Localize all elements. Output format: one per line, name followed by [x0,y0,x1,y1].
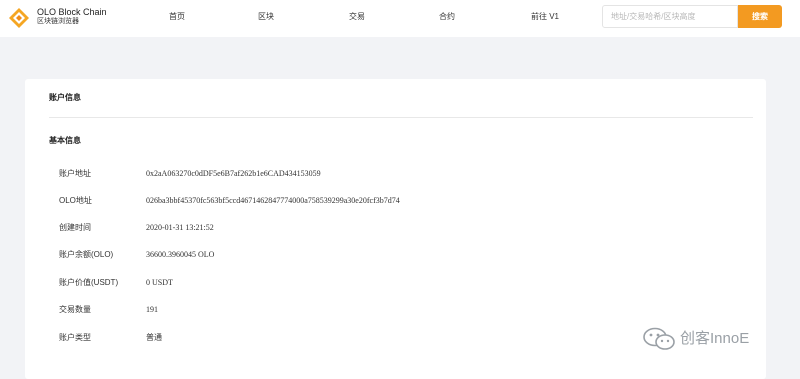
nav-item-home[interactable]: 首页 [169,12,185,22]
brand-name[interactable]: OLO Block Chain [37,7,107,17]
nav-item-transactions[interactable]: 交易 [349,12,365,22]
info-value-balance: 36600.3960045 OLO [146,250,215,259]
watermark-text: 创客InnoE [680,330,750,347]
card-title: 账户信息 [49,93,81,102]
info-label: 账户价值(USDT) [59,278,119,287]
info-row-value-usdt: 账户价值(USDT) 0 USDT [25,277,766,289]
info-label: 账户类型 [59,333,91,342]
info-value-account-type: 普通 [146,333,162,342]
section-title-basic-info: 基本信息 [49,136,81,145]
info-value-created-time: 2020-01-31 13:21:52 [146,223,214,232]
info-row-tx-count: 交易数量 191 [25,304,766,316]
info-label: 账户余额(OLO) [59,250,114,259]
info-label: 创建时间 [59,223,91,232]
info-value-tx-count: 191 [146,305,158,314]
brand-subtitle: 区块链浏览器 [37,18,79,25]
info-label: OLO地址 [59,196,92,205]
info-value-account-address[interactable]: 0x2aA063270c0dDF5e6B7af262b1e6CAD4341530… [146,168,321,180]
olo-logo-icon[interactable] [8,7,30,29]
top-navbar: OLO Block Chain 区块链浏览器 首页 区块 交易 合约 前往 V1… [0,0,800,37]
wechat-icon [643,327,675,350]
info-row-created-time: 创建时间 2020-01-31 13:21:52 [25,222,766,234]
info-row-olo-address: OLO地址 026ba3bbf45370fc563bf5ccd467146284… [25,195,766,207]
info-row-balance: 账户余额(OLO) 36600.3960045 OLO [25,249,766,261]
search-button[interactable]: 搜索 [738,5,782,28]
divider [49,117,753,118]
search-input[interactable] [602,5,738,28]
info-label: 交易数量 [59,305,91,314]
nav-item-contracts[interactable]: 合约 [439,12,455,22]
info-row-account-address: 账户地址 0x2aA063270c0dDF5e6B7af262b1e6CAD43… [25,168,766,180]
nav-item-goto-v1[interactable]: 前往 V1 [531,12,559,22]
nav-item-blocks[interactable]: 区块 [258,12,274,22]
info-value-olo-address[interactable]: 026ba3bbf45370fc563bf5ccd467146284777400… [146,195,400,207]
info-label: 账户地址 [59,169,91,178]
info-value-usdt: 0 USDT [146,278,173,287]
